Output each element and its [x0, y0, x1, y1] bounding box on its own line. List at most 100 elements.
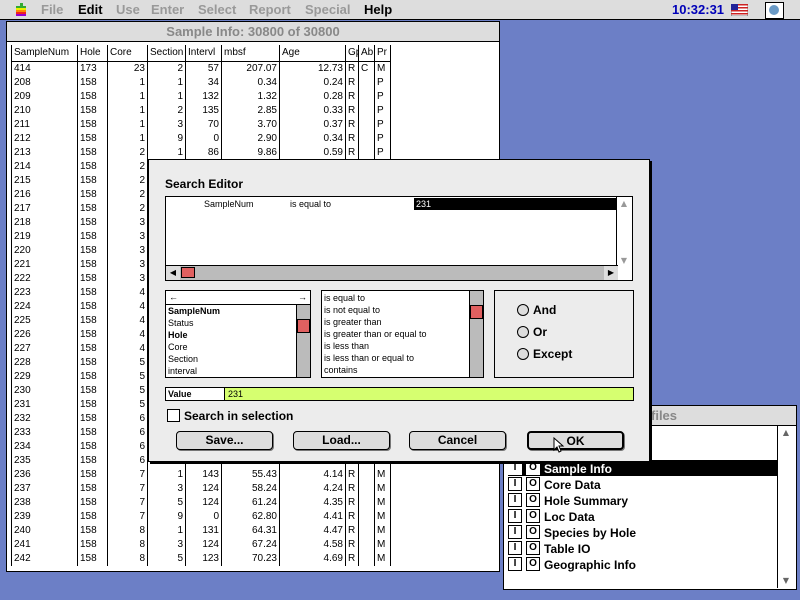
operator-list-item[interactable]: is greater than: [322, 316, 470, 328]
scroll-down-arrow-icon[interactable]: ▼: [778, 574, 794, 588]
column-header[interactable]: Ab: [358, 45, 375, 62]
scroll-up-arrow-icon[interactable]: ▲: [617, 197, 631, 211]
menu-report[interactable]: Report: [249, 2, 291, 17]
import-icon[interactable]: I: [508, 460, 522, 475]
import-icon[interactable]: I: [508, 492, 522, 507]
file-list-item[interactable]: I O Hole Summary: [508, 492, 778, 508]
operator-list-item[interactable]: is equal to: [322, 292, 470, 304]
criteria-list[interactable]: SampleNum is equal to 231 ▲ ▼ ◀ ▶: [165, 196, 633, 281]
criteria-vertical-scrollbar[interactable]: ▲ ▼: [616, 197, 632, 268]
scroll-left-arrow-icon[interactable]: ◀: [166, 266, 180, 280]
operator-list-item[interactable]: is less than: [322, 340, 470, 352]
save-button[interactable]: Save...: [176, 431, 273, 450]
table-row[interactable]: 239 158 7 9 0 62.80 4.41 R M: [11, 509, 391, 524]
import-icon[interactable]: I: [508, 556, 522, 571]
export-icon[interactable]: O: [526, 492, 540, 507]
file-list-item[interactable]: I O Geographic Info: [508, 556, 778, 572]
scroll-down-arrow-icon[interactable]: ▼: [617, 254, 631, 268]
column-header[interactable]: mbsf: [221, 45, 280, 62]
import-icon[interactable]: I: [508, 524, 522, 539]
operator-list-item[interactable]: contains: [322, 364, 470, 376]
file-list-item[interactable]: I O Table IO: [508, 540, 778, 556]
column-header[interactable]: SampleNum: [11, 45, 78, 62]
field-list-item[interactable]: interval: [166, 365, 296, 377]
search-in-selection-checkbox[interactable]: Search in selection: [167, 409, 293, 423]
column-header[interactable]: Core: [107, 45, 148, 62]
table-row[interactable]: 209 158 1 1 132 1.32 0.28 R P: [11, 89, 391, 104]
menu-file[interactable]: File: [41, 2, 63, 17]
operator-list-item[interactable]: is less than or equal to: [322, 352, 470, 364]
field-list-item[interactable]: SampleNum: [166, 305, 296, 317]
menu-use[interactable]: Use: [116, 2, 140, 17]
apple-menu-icon[interactable]: [13, 3, 29, 17]
radio-and[interactable]: And: [517, 303, 556, 317]
menu-select[interactable]: Select: [198, 2, 236, 17]
radio-except[interactable]: Except: [517, 347, 572, 361]
import-icon[interactable]: I: [508, 476, 522, 491]
column-header[interactable]: Section: [147, 45, 186, 62]
table-row[interactable]: 213 158 2 1 86 9.86 0.59 R P: [11, 145, 391, 160]
table-row[interactable]: 241 158 8 3 124 67.24 4.58 R M: [11, 537, 391, 552]
scroll-right-arrow-icon[interactable]: ▶: [604, 266, 618, 280]
table-row[interactable]: 210 158 1 2 135 2.85 0.33 R P: [11, 103, 391, 118]
column-header[interactable]: Age: [279, 45, 346, 62]
operator-list[interactable]: is equal to is not equal to is greater tha…: [321, 290, 484, 378]
column-header[interactable]: Gp: [345, 45, 359, 62]
menu-enter[interactable]: Enter: [151, 2, 184, 17]
table-row[interactable]: 211 158 1 3 70 3.70 0.37 R P: [11, 117, 391, 132]
value-input[interactable]: 231: [224, 387, 634, 401]
table-row[interactable]: 236 158 7 1 143 55.43 4.14 R M: [11, 467, 391, 482]
export-icon[interactable]: O: [526, 540, 540, 555]
file-list-item[interactable]: I O Sample Info: [508, 460, 778, 476]
field-list-item[interactable]: Status: [166, 317, 296, 329]
file-list-item[interactable]: I O Loc Data: [508, 508, 778, 524]
table-row[interactable]: 242 158 8 5 123 70.23 4.69 R M: [11, 551, 391, 566]
table-row[interactable]: 414 173 23 2 57 207.07 12.73 R C M: [11, 61, 391, 76]
export-icon[interactable]: O: [526, 508, 540, 523]
operator-list-scrollbar[interactable]: [469, 291, 483, 377]
export-icon[interactable]: O: [526, 524, 540, 539]
field-list[interactable]: ← → SampleNum Status Hole Core Section interv…: [165, 290, 311, 378]
operator-list-item[interactable]: is not equal to: [322, 304, 470, 316]
scroll-thumb[interactable]: [297, 319, 310, 333]
table-row[interactable]: 240 158 8 1 131 64.31 4.47 R M: [11, 523, 391, 538]
menu-help[interactable]: Help: [364, 2, 392, 17]
column-header[interactable]: Hole: [77, 45, 108, 62]
import-icon[interactable]: I: [508, 508, 522, 523]
scroll-thumb[interactable]: [181, 267, 195, 278]
export-icon[interactable]: O: [526, 476, 540, 491]
application-menu-icon[interactable]: [765, 2, 784, 19]
menu-edit[interactable]: Edit: [78, 2, 103, 17]
menu-clock[interactable]: 10:32:31: [672, 2, 724, 17]
field-list-right-arrow-icon[interactable]: →: [298, 291, 307, 303]
scroll-thumb[interactable]: [470, 305, 483, 319]
column-header[interactable]: Pr: [374, 45, 391, 62]
export-icon[interactable]: O: [526, 460, 540, 475]
export-icon[interactable]: O: [526, 556, 540, 571]
criteria-row[interactable]: SampleNum is equal to 231: [166, 198, 618, 210]
field-list-item[interactable]: Core: [166, 341, 296, 353]
field-list-item[interactable]: Section: [166, 353, 296, 365]
table-row[interactable]: 208 158 1 1 34 0.34 0.24 R P: [11, 75, 391, 90]
field-list-item[interactable]: Hole: [166, 329, 296, 341]
field-list-left-arrow-icon[interactable]: ←: [169, 291, 178, 303]
field-list-scrollbar[interactable]: [296, 305, 310, 377]
radio-or[interactable]: Or: [517, 325, 547, 339]
file-list-item[interactable]: I O Core Data: [508, 476, 778, 492]
ok-button[interactable]: OK: [527, 431, 624, 450]
files-scrollbar[interactable]: ▲ ▼: [777, 426, 794, 588]
load-button[interactable]: Load...: [293, 431, 390, 450]
operator-list-item[interactable]: is greater than or equal to: [322, 328, 470, 340]
us-flag-icon[interactable]: [731, 4, 748, 16]
table-row[interactable]: 237 158 7 3 124 58.24 4.24 R M: [11, 481, 391, 496]
cancel-button[interactable]: Cancel: [409, 431, 506, 450]
table-row[interactable]: 238 158 7 5 124 61.24 4.35 R M: [11, 495, 391, 510]
table-row[interactable]: 212 158 1 9 0 2.90 0.34 R P: [11, 131, 391, 146]
scroll-up-arrow-icon[interactable]: ▲: [778, 426, 794, 440]
file-list-item[interactable]: I O Species by Hole: [508, 524, 778, 540]
menu-special[interactable]: Special: [305, 2, 351, 17]
criteria-horizontal-scrollbar[interactable]: ◀ ▶: [166, 265, 618, 280]
column-header[interactable]: Intervl: [185, 45, 222, 62]
import-icon[interactable]: I: [508, 540, 522, 555]
window-title[interactable]: Sample Info: 30800 of 30800: [7, 22, 499, 42]
